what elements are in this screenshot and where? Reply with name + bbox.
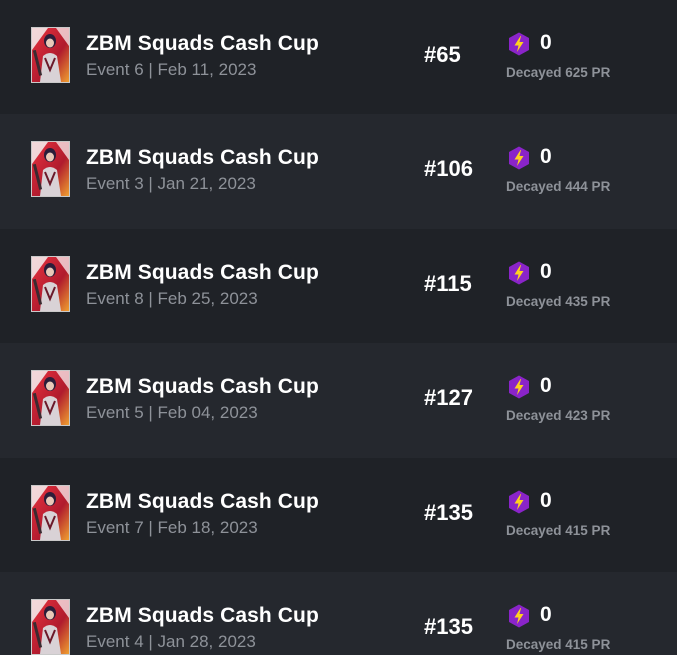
placement-rank: #135 [424,499,473,525]
lightning-hexagon-icon [508,375,530,399]
power-ranking-value: 0 [540,31,552,54]
placement-rank: #115 [424,270,472,296]
decay-text: Decayed 415 PR [506,522,611,538]
event-results-list: ZBM Squads Cash Cup Event 6 | Feb 11, 20… [0,0,677,655]
event-thumbnail-image [31,484,70,541]
event-subtitle: Event 5 | Feb 04, 2023 [86,403,258,423]
power-ranking-value: 0 [540,602,552,626]
event-title[interactable]: ZBM Squads Cash Cup [86,261,319,285]
event-title[interactable]: ZBM Squads Cash Cup [86,604,319,628]
event-row[interactable]: ZBM Squads Cash Cup Event 6 | Feb 11, 20… [0,0,677,115]
event-title[interactable]: ZBM Squads Cash Cup [86,146,319,170]
decay-text: Decayed 444 PR [506,179,611,195]
power-ranking-value: 0 [540,488,552,512]
placement-rank: #65 [424,42,461,67]
placement-rank: #127 [424,385,473,411]
lightning-hexagon-icon [508,32,530,56]
event-row[interactable]: ZBM Squads Cash Cup Event 7 | Feb 18, 20… [0,457,677,572]
event-row[interactable]: ZBM Squads Cash Cup Event 5 | Feb 04, 20… [0,343,677,458]
event-thumbnail-image [31,255,70,312]
event-subtitle: Event 3 | Jan 21, 2023 [86,174,256,194]
event-subtitle: Event 7 | Feb 18, 2023 [86,517,258,537]
event-thumbnail-image [31,141,70,198]
power-ranking-value: 0 [540,145,552,169]
placement-rank: #106 [424,156,473,182]
event-row[interactable]: ZBM Squads Cash Cup Event 3 | Jan 21, 20… [0,114,677,229]
decay-text: Decayed 625 PR [506,65,611,80]
event-subtitle: Event 8 | Feb 25, 2023 [86,288,258,308]
event-thumbnail-image [31,27,70,83]
event-row[interactable]: ZBM Squads Cash Cup Event 4 | Jan 28, 20… [0,571,677,655]
placement-rank: #135 [424,613,473,639]
decay-text: Decayed 423 PR [506,408,611,424]
event-subtitle: Event 6 | Feb 11, 2023 [86,60,257,79]
event-subtitle: Event 4 | Jan 28, 2023 [86,631,256,651]
lightning-hexagon-icon [508,261,530,285]
event-title[interactable]: ZBM Squads Cash Cup [86,32,319,56]
decay-text: Decayed 415 PR [506,636,611,652]
lightning-hexagon-icon [508,604,530,628]
power-ranking-value: 0 [540,374,552,398]
event-thumbnail-image [31,598,70,655]
power-ranking-value: 0 [540,259,552,283]
event-row[interactable]: ZBM Squads Cash Cup Event 8 | Feb 25, 20… [0,228,677,344]
event-title[interactable]: ZBM Squads Cash Cup [86,375,319,399]
lightning-hexagon-icon [508,146,530,170]
event-title[interactable]: ZBM Squads Cash Cup [86,490,319,514]
decay-text: Decayed 435 PR [506,293,611,309]
lightning-hexagon-icon [508,490,530,514]
event-thumbnail-image [31,370,70,427]
